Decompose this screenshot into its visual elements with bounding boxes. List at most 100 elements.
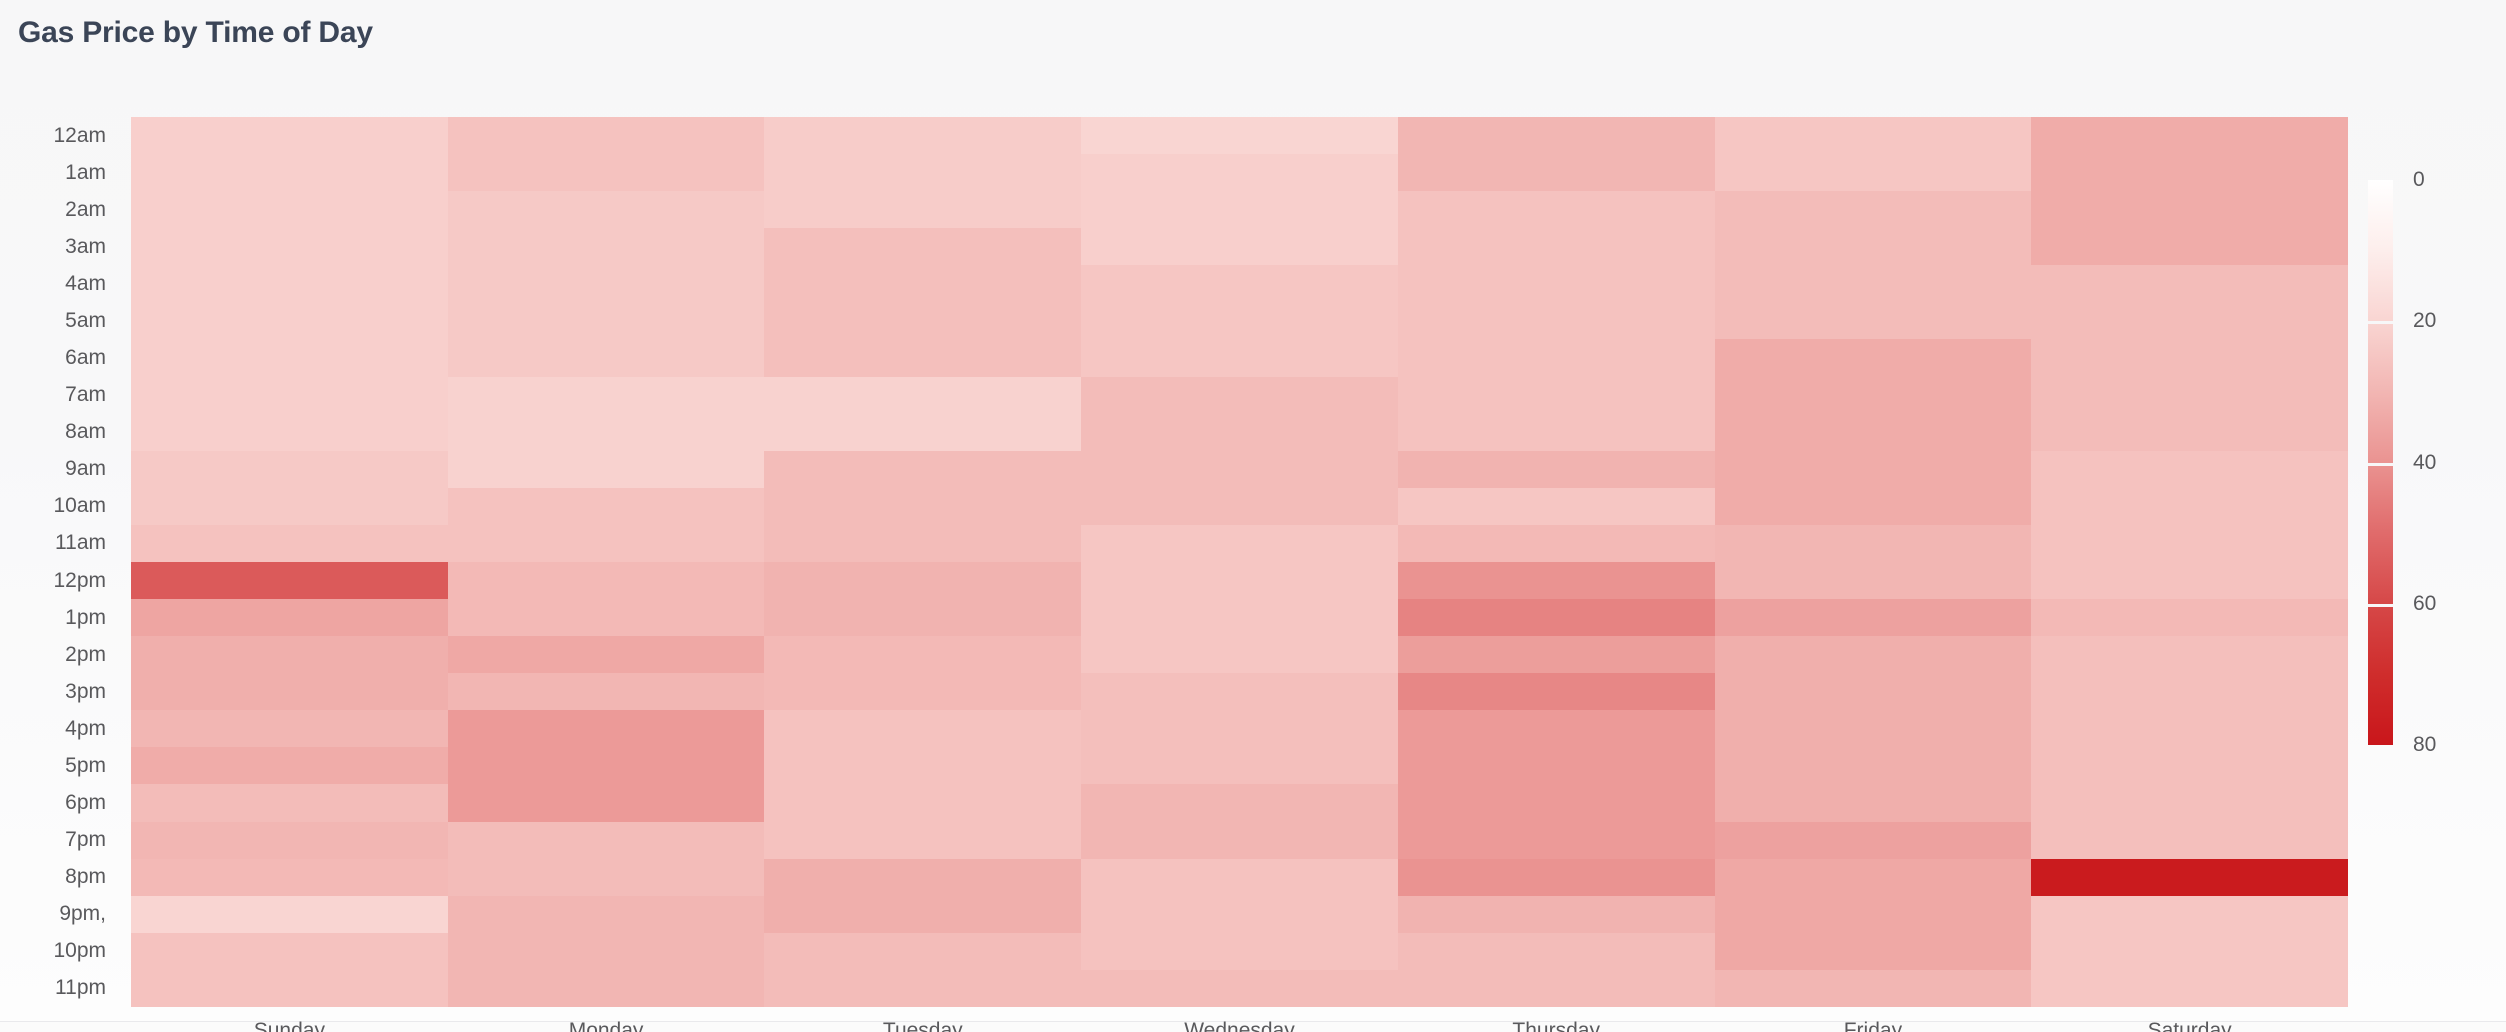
heatmap-cell[interactable] [2031,821,2348,859]
heatmap-cell[interactable] [447,413,765,451]
heatmap-cell[interactable] [1397,524,1715,562]
heatmap-cell[interactable] [2031,450,2348,488]
heatmap-cell[interactable] [2031,932,2348,970]
heatmap-cell[interactable] [1397,599,1715,637]
heatmap-cell[interactable] [1081,599,1398,637]
heatmap-cell[interactable] [1081,895,1398,933]
heatmap-cell[interactable] [764,376,1082,414]
heatmap-cell[interactable] [764,747,1082,785]
heatmap-cell[interactable] [1397,339,1715,377]
heatmap-cell[interactable] [1397,561,1715,600]
heatmap-cell[interactable] [1397,858,1715,896]
heatmap-cell[interactable] [1081,969,1398,1007]
heatmap-cell[interactable] [447,821,765,859]
heatmap-cell[interactable] [1714,376,2032,414]
heatmap-cell[interactable] [1714,932,2032,970]
heatmap-cell[interactable] [1081,524,1398,562]
heatmap-cell[interactable] [131,747,448,785]
heatmap-cell[interactable] [131,561,448,600]
heatmap-cell[interactable] [447,228,765,266]
heatmap-cell[interactable] [1714,599,2032,637]
heatmap-cell[interactable] [1397,895,1715,933]
heatmap-cell[interactable] [1714,191,2032,229]
heatmap-cell[interactable] [131,487,448,525]
heatmap-cell[interactable] [1397,228,1715,266]
heatmap-cell[interactable] [447,191,765,229]
heatmap-cell[interactable] [447,561,765,600]
heatmap-cell[interactable] [1081,302,1398,340]
heatmap-cell[interactable] [1397,932,1715,970]
heatmap-cell[interactable] [1714,969,2032,1007]
heatmap-cell[interactable] [447,524,765,562]
heatmap-cell[interactable] [2031,599,2348,637]
heatmap-cell[interactable] [2031,673,2348,711]
heatmap-cell[interactable] [1081,673,1398,711]
heatmap-cell[interactable] [764,487,1082,525]
heatmap-cell[interactable] [447,710,765,748]
heatmap-cell[interactable] [1397,821,1715,859]
heatmap-cell[interactable] [1081,376,1398,414]
heatmap-cell[interactable] [1081,191,1398,229]
heatmap-cell[interactable] [131,117,448,155]
heatmap-cell[interactable] [764,450,1082,488]
heatmap-cell[interactable] [447,969,765,1007]
heatmap-cell[interactable] [1397,413,1715,451]
heatmap-cell[interactable] [2031,784,2348,822]
heatmap-cell[interactable] [447,154,765,192]
heatmap-cell[interactable] [1714,821,2032,859]
heatmap-cell[interactable] [1081,413,1398,451]
heatmap-cell[interactable] [1397,747,1715,785]
heatmap-cell[interactable] [1714,747,2032,785]
heatmap-cell[interactable] [2031,636,2348,674]
heatmap-cell[interactable] [1081,117,1398,155]
heatmap-cell[interactable] [1397,710,1715,748]
heatmap-cell[interactable] [131,673,448,711]
heatmap-cell[interactable] [2031,265,2348,303]
heatmap-cell[interactable] [2031,154,2348,192]
heatmap-cell[interactable] [131,969,448,1007]
heatmap-cell[interactable] [1397,450,1715,488]
heatmap-cell[interactable] [1714,413,2032,451]
heatmap-cell[interactable] [447,932,765,970]
heatmap-cell[interactable] [1397,117,1715,155]
heatmap-cell[interactable] [764,228,1082,266]
heatmap-cell[interactable] [2031,895,2348,933]
heatmap-cell[interactable] [1397,191,1715,229]
heatmap-cell[interactable] [1714,858,2032,896]
heatmap-cell[interactable] [1081,339,1398,377]
heatmap-cell[interactable] [2031,969,2348,1007]
heatmap-cell[interactable] [447,895,765,933]
heatmap-cell[interactable] [764,339,1082,377]
heatmap-cell[interactable] [764,673,1082,711]
heatmap-cell[interactable] [1714,524,2032,562]
heatmap-cell[interactable] [131,821,448,859]
heatmap-cell[interactable] [447,636,765,674]
heatmap-cell[interactable] [447,339,765,377]
heatmap-cell[interactable] [1397,376,1715,414]
heatmap-cell[interactable] [447,487,765,525]
heatmap-cell[interactable] [447,302,765,340]
heatmap-cell[interactable] [131,302,448,340]
heatmap-cell[interactable] [1081,487,1398,525]
heatmap-cell[interactable] [131,524,448,562]
heatmap-cell[interactable] [764,524,1082,562]
heatmap-cell[interactable] [1714,895,2032,933]
heatmap-cell[interactable] [764,895,1082,933]
heatmap-cell[interactable] [764,599,1082,637]
heatmap-cell[interactable] [1081,932,1398,970]
heatmap-cell[interactable] [131,599,448,637]
heatmap-cell[interactable] [447,858,765,896]
heatmap-cell[interactable] [764,117,1082,155]
heatmap-cell[interactable] [1714,561,2032,600]
heatmap-cell[interactable] [131,191,448,229]
heatmap-cell[interactable] [131,376,448,414]
heatmap-cell[interactable] [447,673,765,711]
heatmap-cell[interactable] [2031,117,2348,155]
heatmap-cell[interactable] [447,117,765,155]
heatmap-cell[interactable] [1714,154,2032,192]
heatmap-cell[interactable] [1397,154,1715,192]
heatmap-cell[interactable] [1397,487,1715,525]
heatmap-cell[interactable] [1714,339,2032,377]
heatmap-cell[interactable] [764,710,1082,748]
heatmap-cell[interactable] [131,450,448,488]
